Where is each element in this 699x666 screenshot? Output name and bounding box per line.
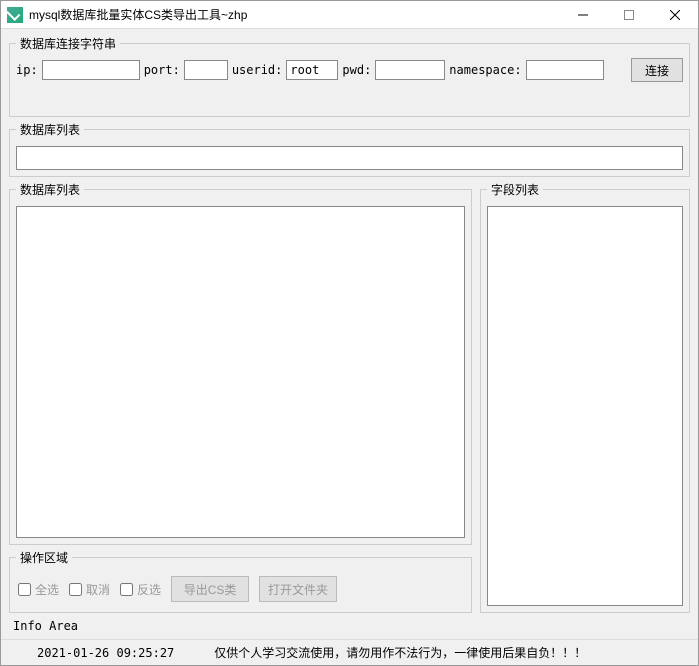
connection-group: 数据库连接字符串 ip: port: userid: pwd: namespac…: [9, 35, 690, 117]
status-message: 仅供个人学习交流使用，请勿用作不法行为，一律使用后果自负！！！: [214, 644, 586, 661]
connect-button[interactable]: 连接: [631, 58, 683, 82]
app-window: mysql数据库批量实体CS类导出工具~zhp 数据库连接字符串 ip: por…: [0, 0, 699, 666]
connection-legend: 数据库连接字符串: [16, 35, 120, 52]
status-bar: 2021-01-26 09:25:27 仅供个人学习交流使用，请勿用作不法行为，…: [1, 639, 698, 665]
titlebar: mysql数据库批量实体CS类导出工具~zhp: [1, 1, 698, 29]
operations-legend: 操作区域: [16, 549, 72, 566]
content-area: 数据库连接字符串 ip: port: userid: pwd: namespac…: [1, 29, 698, 639]
pwd-label: pwd:: [342, 63, 371, 77]
info-area-label: Info Area: [9, 617, 690, 635]
mid-left: 数据库列表 操作区域 全选 取消: [9, 181, 472, 613]
status-time: 2021-01-26 09:25:27: [37, 646, 174, 660]
port-label: port:: [144, 63, 180, 77]
app-icon: [7, 7, 23, 23]
mid-right: 字段列表: [480, 181, 690, 613]
maximize-button[interactable]: [606, 1, 652, 28]
select-all-input[interactable]: [18, 583, 31, 596]
field-list-legend: 字段列表: [487, 181, 543, 198]
database-list-legend: 数据库列表: [16, 121, 84, 138]
close-icon: [670, 10, 680, 20]
close-button[interactable]: [652, 1, 698, 28]
deselect-label: 取消: [86, 581, 110, 598]
connection-row: ip: port: userid: pwd: namespace: 连接: [16, 58, 683, 82]
invert-checkbox[interactable]: 反选: [120, 581, 161, 598]
invert-label: 反选: [137, 581, 161, 598]
database-list-group: 数据库列表: [9, 121, 690, 177]
table-list-legend: 数据库列表: [16, 181, 84, 198]
table-list-group: 数据库列表: [9, 181, 472, 545]
field-list-group: 字段列表: [480, 181, 690, 613]
select-all-checkbox[interactable]: 全选: [18, 581, 59, 598]
userid-input[interactable]: [286, 60, 338, 80]
window-title: mysql数据库批量实体CS类导出工具~zhp: [29, 6, 560, 23]
ip-input[interactable]: [42, 60, 140, 80]
namespace-input[interactable]: [526, 60, 604, 80]
deselect-input[interactable]: [69, 583, 82, 596]
namespace-label: namespace:: [449, 63, 521, 77]
userid-label: userid:: [232, 63, 283, 77]
database-list-box[interactable]: [16, 146, 683, 170]
minimize-icon: [578, 10, 588, 20]
ip-label: ip:: [16, 63, 38, 77]
maximize-icon: [624, 10, 634, 20]
mid-row: 数据库列表 操作区域 全选 取消: [9, 181, 690, 613]
invert-input[interactable]: [120, 583, 133, 596]
minimize-button[interactable]: [560, 1, 606, 28]
operations-group: 操作区域 全选 取消 反选: [9, 549, 472, 613]
window-controls: [560, 1, 698, 28]
operations-row: 全选 取消 反选 导出CS类 打开文件夹: [16, 572, 465, 606]
pwd-input[interactable]: [375, 60, 445, 80]
table-list-box[interactable]: [16, 206, 465, 538]
field-list-box[interactable]: [487, 206, 683, 606]
deselect-checkbox[interactable]: 取消: [69, 581, 110, 598]
export-cs-button[interactable]: 导出CS类: [171, 576, 249, 602]
select-all-label: 全选: [35, 581, 59, 598]
port-input[interactable]: [184, 60, 228, 80]
connection-spacer: [16, 82, 683, 110]
open-folder-button[interactable]: 打开文件夹: [259, 576, 337, 602]
